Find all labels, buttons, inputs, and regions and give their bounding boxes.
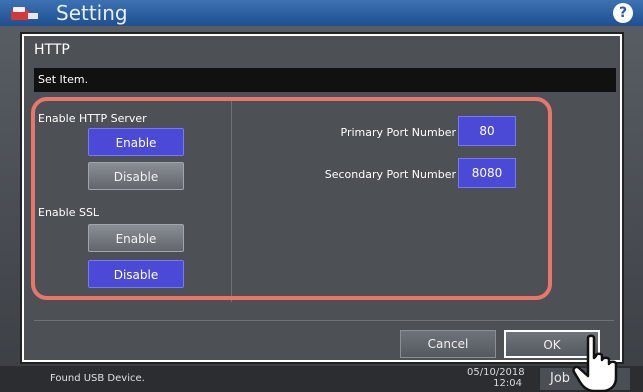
- footer-divider: [34, 320, 614, 321]
- secondary-port-field[interactable]: 8080: [458, 158, 516, 188]
- status-date: 05/10/2018: [467, 367, 525, 378]
- http-dialog: HTTP Set Item. Enable HTTP Server Enable…: [22, 34, 622, 362]
- cancel-button[interactable]: Cancel: [400, 330, 496, 358]
- status-datetime: 05/10/2018 12:04: [467, 367, 525, 389]
- status-bar: Found USB Device. 05/10/2018 12:04 Job: [0, 366, 643, 392]
- status-time: 12:04: [493, 378, 522, 389]
- secondary-port-label: Secondary Port Number: [324, 168, 456, 181]
- enable-options-panel: Enable HTTP Server Enable Disable Enable…: [34, 98, 232, 302]
- port-settings-panel: Primary Port Number 80 Secondary Port Nu…: [234, 98, 550, 302]
- dialog-subheading: Set Item.: [34, 68, 616, 92]
- help-icon[interactable]: ?: [613, 3, 633, 23]
- ssl-enable-button[interactable]: Enable: [88, 224, 184, 252]
- ssl-disable-button[interactable]: Disable: [88, 260, 184, 288]
- primary-port-label: Primary Port Number: [340, 126, 457, 139]
- top-bar: Setting ?: [0, 0, 643, 26]
- dialog-title: HTTP: [34, 42, 70, 58]
- setting-app-icon: [11, 7, 38, 20]
- http-server-enable-button[interactable]: Enable: [88, 128, 184, 156]
- pointing-hand-icon: [572, 334, 618, 392]
- ssl-label: Enable SSL: [38, 206, 100, 219]
- primary-port-field[interactable]: 80: [458, 116, 516, 146]
- http-server-disable-button[interactable]: Disable: [88, 162, 184, 190]
- page-title: Setting: [56, 1, 128, 25]
- http-server-label: Enable HTTP Server: [38, 112, 147, 125]
- status-message: Found USB Device.: [50, 373, 145, 384]
